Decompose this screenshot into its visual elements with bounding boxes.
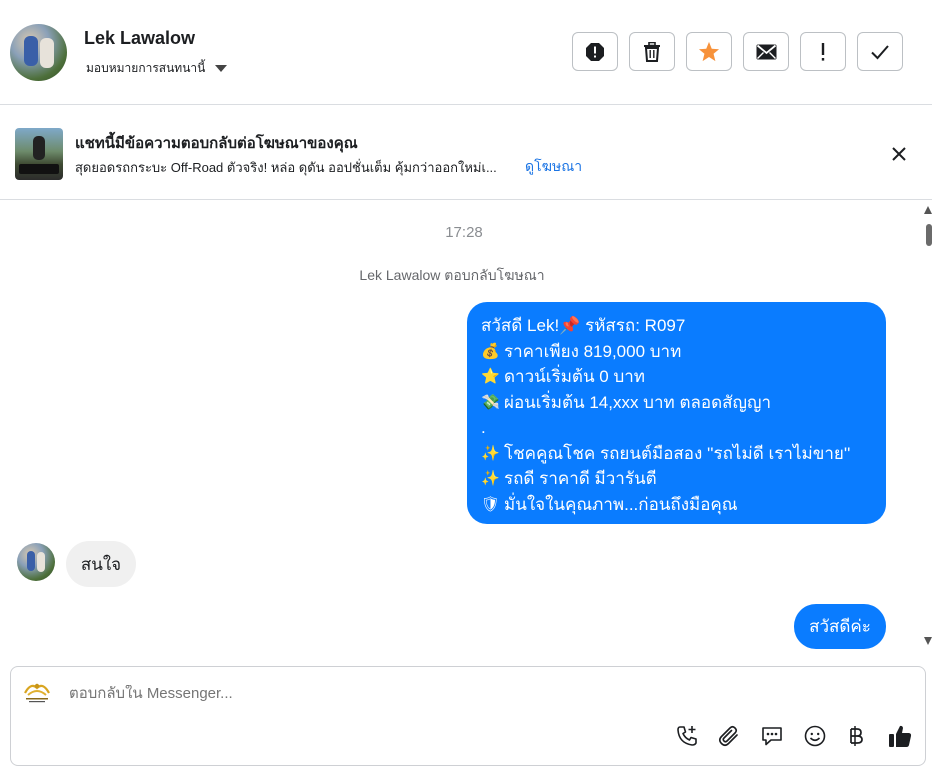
saved-replies-button[interactable] — [759, 723, 785, 749]
message-line-text: ผ่อนเริ่มต้น 14,xxx บาท ตลอดสัญญา — [504, 392, 772, 412]
envelope-icon — [756, 44, 776, 59]
outgoing-message-bubble[interactable]: สวัสดีค่ะ — [794, 604, 886, 649]
assign-label: มอบหมายการสนทนานี้ — [86, 61, 206, 75]
money-wings-icon: 💸 — [481, 393, 500, 411]
conversation-header: Lek Lawalow มอบหมายการสนทนานี้ — [0, 0, 932, 105]
message-line-text: โชคคูณโชค รถยนต์มือสอง ''รถไม่ดี เราไม่ข… — [504, 443, 851, 463]
phone-add-icon — [677, 726, 697, 746]
delete-button[interactable] — [629, 32, 675, 71]
star-icon — [698, 41, 720, 62]
assign-conversation-dropdown[interactable]: มอบหมายการสนทนานี้ — [86, 59, 228, 78]
message-line: 💰 ราคาเพียง 819,000 บาท — [481, 339, 872, 365]
scroll-up-arrow[interactable] — [924, 206, 932, 214]
message-line: ⭐ ดาวน์เริ่มต้น 0 บาท — [481, 364, 872, 390]
scroll-down-arrow[interactable] — [924, 637, 932, 645]
message-line: . — [481, 415, 872, 441]
view-ad-link[interactable]: ดูโฆษณา — [525, 156, 582, 178]
spam-icon — [586, 42, 604, 61]
caret-down-icon — [215, 65, 228, 72]
contact-avatar[interactable] — [10, 24, 67, 81]
payment-button[interactable] — [843, 723, 869, 749]
message-line-text: . — [481, 418, 486, 437]
close-icon — [892, 147, 906, 161]
scrollbar-thumb[interactable] — [926, 224, 932, 246]
contact-name[interactable]: Lek Lawalow — [84, 28, 195, 49]
smiley-icon — [804, 725, 826, 747]
reply-input[interactable] — [69, 685, 669, 702]
call-button[interactable] — [674, 723, 700, 749]
star-emoji-icon: ⭐ — [481, 368, 500, 385]
sparkles-icon: ✨ — [481, 470, 500, 487]
star-button[interactable] — [686, 32, 732, 71]
emoji-button[interactable] — [802, 723, 828, 749]
message-line-text: สวัสดี Lek!📌 รหัสรถ: R097 — [481, 316, 686, 335]
message-line: 🛡 มั่นใจในคุณภาพ...ก่อนถึงมือคุณ — [481, 492, 872, 518]
message-line: ✨ รถดี ราคาดี มีวารันตี — [481, 466, 872, 492]
ad-banner-title: แชทนี้มีข้อความตอบกลับต่อโฆษณาของคุณ — [75, 135, 358, 152]
mark-unread-button[interactable] — [743, 32, 789, 71]
message-line-text: ดาวน์เริ่มต้น 0 บาท — [504, 367, 646, 386]
money-bag-icon: 💰 — [481, 342, 500, 360]
done-button[interactable] — [857, 32, 903, 71]
attach-button[interactable] — [716, 723, 742, 749]
ad-reply-note: Lek Lawalow ตอบกลับโฆษณา — [359, 267, 545, 283]
ad-thumbnail[interactable] — [15, 128, 63, 180]
sparkles-icon: ✨ — [481, 444, 500, 462]
page-logo — [24, 683, 50, 703]
paperclip-icon — [718, 725, 738, 747]
like-button[interactable] — [887, 723, 913, 749]
message-thread[interactable]: 17:28 Lek Lawalow ตอบกลับโฆษณา สวัสดี Le… — [0, 200, 932, 660]
ad-reply-banner: แชทนี้มีข้อความตอบกลับต่อโฆษณาของคุณ สุด… — [0, 105, 932, 200]
message-line-text: ราคาเพียง 819,000 บาท — [504, 341, 682, 361]
checkmark-icon — [871, 44, 889, 59]
message-line: สวัสดี Lek!📌 รหัสรถ: R097 — [481, 313, 872, 339]
chat-bubble-icon — [762, 727, 782, 746]
sender-avatar[interactable] — [17, 543, 55, 581]
message-line: ✨ โชคคูณโชค รถยนต์มือสอง ''รถไม่ดี เราไม… — [481, 441, 872, 467]
outgoing-message-bubble[interactable]: สวัสดี Lek!📌 รหัสรถ: R097 💰 ราคาเพียง 81… — [467, 302, 886, 524]
exclamation-icon — [821, 42, 825, 61]
ad-description: สุดยอดรถกระบะ Off-Road ตัวจริง! หล่อ ดุด… — [75, 160, 497, 175]
message-line-text: มั่นใจในคุณภาพ...ก่อนถึงมือคุณ — [504, 494, 738, 514]
message-composer — [10, 666, 926, 766]
shield-icon: 🛡 — [481, 495, 501, 513]
message-line: 💸 ผ่อนเริ่มต้น 14,xxx บาท ตลอดสัญญา — [481, 390, 872, 416]
thumbs-up-icon — [889, 725, 912, 747]
follow-up-button[interactable] — [800, 32, 846, 71]
message-timestamp: 17:28 — [445, 224, 483, 241]
trash-icon — [644, 41, 660, 62]
spam-button[interactable] — [572, 32, 618, 71]
incoming-message-bubble[interactable]: สนใจ — [66, 541, 136, 587]
message-line-text: รถดี ราคาดี มีวารันตี — [504, 469, 657, 488]
close-banner-button[interactable] — [886, 141, 912, 167]
baht-icon — [850, 726, 863, 746]
